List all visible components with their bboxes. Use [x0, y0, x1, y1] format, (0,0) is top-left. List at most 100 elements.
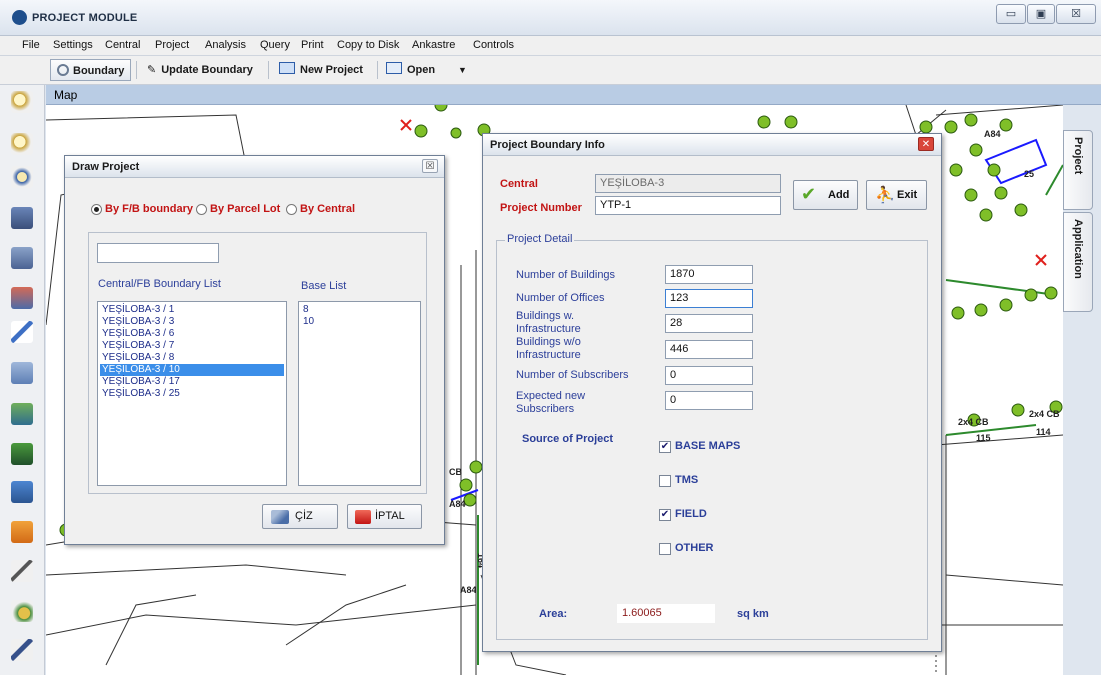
layer-icon[interactable]: [11, 247, 33, 269]
menu-bar: File Settings Central Project Analysis Q…: [0, 36, 1101, 56]
list-item[interactable]: YEŞİLOBA-3 / 3: [100, 316, 284, 328]
list-item[interactable]: YEŞİLOBA-3 / 6: [100, 328, 284, 340]
select-icon[interactable]: [11, 287, 33, 309]
toolbar-separator: [268, 61, 269, 79]
grid-icon[interactable]: [11, 362, 33, 384]
tab-application[interactable]: Application: [1063, 212, 1093, 312]
radio-button[interactable]: [286, 204, 297, 215]
buildings-with-infra-input[interactable]: 28: [665, 314, 753, 333]
window-title: PROJECT MODULE: [32, 12, 138, 24]
open-icon: [386, 62, 402, 74]
menu-analysis[interactable]: Analysis: [205, 39, 246, 51]
radio-label: By Parcel Lot: [210, 203, 281, 215]
offices-input[interactable]: 123: [665, 289, 753, 308]
toolbar-separator: [377, 61, 378, 79]
list-item-selected[interactable]: YEŞİLOBA-3 / 10: [100, 364, 284, 376]
copy-icon[interactable]: [11, 481, 33, 503]
draw-icon: [271, 510, 289, 524]
new-project-icon: [279, 62, 295, 74]
app-icon: [12, 10, 27, 25]
list-item[interactable]: 10: [301, 316, 314, 328]
zoom-out-icon[interactable]: [11, 133, 33, 155]
cut-icon[interactable]: [11, 560, 33, 582]
field-checkbox[interactable]: ✔: [659, 509, 671, 521]
open-dropdown-chevron-icon[interactable]: ▼: [458, 59, 467, 81]
buildings-input[interactable]: 1870: [665, 265, 753, 284]
base-maps-checkbox[interactable]: ✔: [659, 441, 671, 453]
project-number-input[interactable]: YTP-1: [595, 196, 781, 215]
new-project-button[interactable]: New Project: [279, 59, 363, 81]
area-label: Area:: [539, 608, 568, 620]
project-boundary-info-dialog: Project Boundary Info ✕ Central YEŞİLOBA…: [482, 133, 942, 652]
image-icon[interactable]: [11, 403, 33, 425]
refresh-map-icon[interactable]: [11, 207, 33, 229]
print-icon[interactable]: [11, 443, 33, 465]
close-window-button[interactable]: ☒: [1056, 4, 1096, 24]
map-label: 114: [1036, 427, 1051, 437]
menu-print[interactable]: Print: [301, 39, 324, 51]
toolbar-separator: [136, 61, 137, 79]
delete-icon[interactable]: [11, 521, 33, 543]
list-item[interactable]: YEŞİLOBA-3 / 1: [100, 304, 284, 316]
expected-subscribers-input[interactable]: 0: [665, 391, 753, 410]
tab-project[interactable]: Project: [1063, 130, 1093, 210]
pan-icon[interactable]: [11, 166, 33, 188]
iptal-button[interactable]: İPTAL: [347, 504, 422, 529]
menu-settings[interactable]: Settings: [53, 39, 93, 51]
checkmark-icon: ✔: [801, 184, 817, 204]
open-button[interactable]: Open: [386, 59, 435, 81]
close-icon[interactable]: ☒: [422, 159, 438, 173]
exit-button[interactable]: ⛹ Exit: [866, 180, 927, 210]
menu-file[interactable]: File: [22, 39, 40, 51]
menu-central[interactable]: Central: [105, 39, 140, 51]
menu-project[interactable]: Project: [155, 39, 189, 51]
map-label: CB: [449, 467, 462, 477]
list-item[interactable]: YEŞİLOBA-3 / 8: [100, 352, 284, 364]
map-panel-title: Map: [54, 88, 78, 102]
offices-label: Number of Offices: [516, 292, 605, 304]
base-listbox[interactable]: 8 10: [298, 301, 421, 486]
boundary-button[interactable]: Boundary: [50, 59, 132, 81]
minimize-button[interactable]: ▭: [996, 4, 1026, 24]
menu-query[interactable]: Query: [260, 39, 290, 51]
project-number-label: Project Number: [500, 202, 582, 214]
scissors-icon[interactable]: [11, 639, 33, 661]
zoom-in-icon[interactable]: [11, 91, 33, 113]
boundary-listbox[interactable]: YEŞİLOBA-3 / 1 YEŞİLOBA-3 / 3 YEŞİLOBA-3…: [97, 301, 287, 486]
boundary-list-header: Central/FB Boundary List: [98, 278, 221, 290]
ciz-button[interactable]: ÇİZ: [262, 504, 338, 529]
source-of-project-label: Source of Project: [522, 433, 614, 445]
project-detail-label: Project Detail: [505, 233, 575, 245]
buildings-with-infra-label: Buildings w. Infrastructure: [516, 310, 581, 335]
buildings-without-infra-input[interactable]: 446: [665, 340, 753, 359]
main-toolbar: Boundary ✎ Update Boundary New Project Op…: [0, 56, 1101, 85]
close-icon[interactable]: ✕: [918, 137, 934, 151]
menu-copy-to-disk[interactable]: Copy to Disk: [337, 39, 399, 51]
central-label: Central: [500, 178, 538, 190]
add-button[interactable]: ✔ Add: [793, 180, 858, 210]
measure-icon[interactable]: [11, 321, 33, 343]
exit-icon: ⛹: [875, 187, 895, 204]
tms-checkbox[interactable]: [659, 475, 671, 487]
update-boundary-button[interactable]: ✎ Update Boundary: [147, 59, 253, 81]
list-group: Central/FB Boundary List Base List YEŞİL…: [88, 232, 427, 494]
boundary-search-input[interactable]: [97, 243, 219, 263]
menu-controls[interactable]: Controls: [473, 39, 514, 51]
radio-label: By F/B boundary: [105, 203, 194, 215]
list-item[interactable]: YEŞİLOBA-3 / 7: [100, 340, 284, 352]
list-item[interactable]: 8: [301, 304, 309, 316]
menu-ankastre[interactable]: Ankastre: [412, 39, 455, 51]
map-label: 2x4 CB: [958, 417, 989, 427]
other-checkbox[interactable]: [659, 543, 671, 555]
subscribers-input[interactable]: 0: [665, 366, 753, 385]
maximize-button[interactable]: ▣: [1027, 4, 1055, 24]
tools-icon[interactable]: [11, 600, 33, 622]
map-label: 115: [976, 433, 991, 443]
base-maps-label: BASE MAPS: [675, 440, 741, 452]
list-item[interactable]: YEŞİLOBA-3 / 25: [100, 388, 284, 400]
area-value: 1.60065: [617, 604, 715, 623]
radio-button[interactable]: [196, 204, 207, 215]
draw-project-dialog: Draw Project ☒ By F/B boundary By Parcel…: [64, 155, 445, 545]
list-item[interactable]: YEŞİLOBA-3 / 17: [100, 376, 284, 388]
radio-button[interactable]: [91, 204, 102, 215]
